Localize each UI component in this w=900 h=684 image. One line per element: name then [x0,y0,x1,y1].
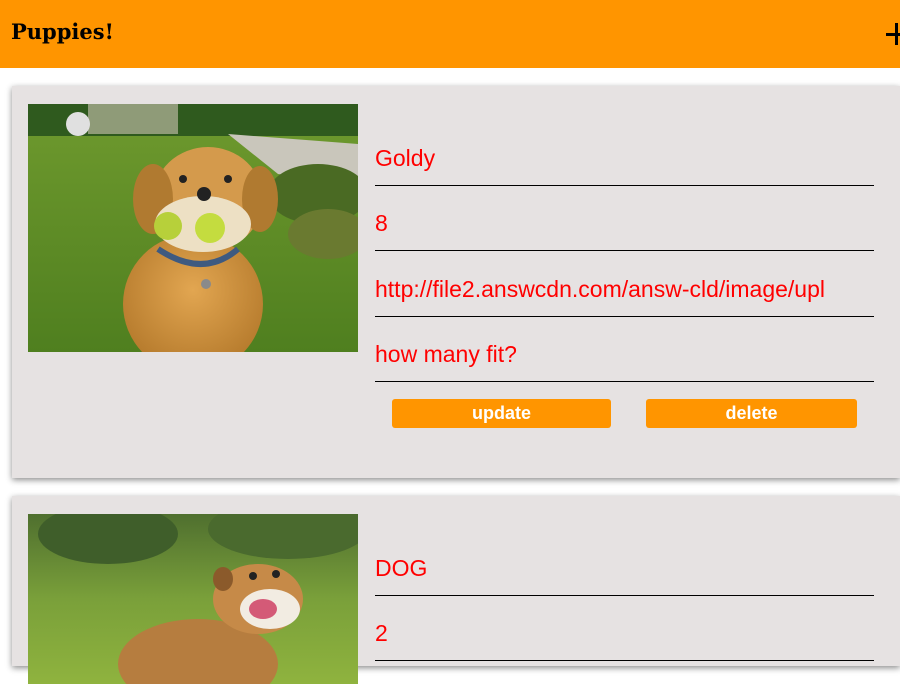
name-value: Goldy [375,145,436,171]
age-value: 2 [375,620,388,646]
bulldog-photo [28,514,358,684]
update-button[interactable]: update [392,399,611,428]
puppy-card: Goldy 8 http://file2.answcdn.com/answ-cl… [12,86,900,478]
question-value: how many fit? [375,341,517,367]
age-field[interactable]: 8 [375,199,874,251]
plus-icon[interactable] [886,23,900,45]
name-field[interactable]: Goldy [375,134,874,186]
image-url-field[interactable]: http://file2.answcdn.com/answ-cld/image/… [375,265,874,317]
puppy-card: DOG 2 [12,496,900,684]
image-url-value: http://file2.answcdn.com/answ-cld/image/… [375,276,825,302]
age-field[interactable]: 2 [375,609,874,661]
age-value: 8 [375,210,388,236]
app-header: Puppies! [0,0,900,68]
name-value: DOG [375,555,428,581]
delete-button[interactable]: delete [646,399,857,428]
app-title: Puppies! [11,19,114,44]
question-field[interactable]: how many fit? [375,330,874,382]
name-field[interactable]: DOG [375,544,874,596]
golden-retriever-photo [28,104,358,352]
